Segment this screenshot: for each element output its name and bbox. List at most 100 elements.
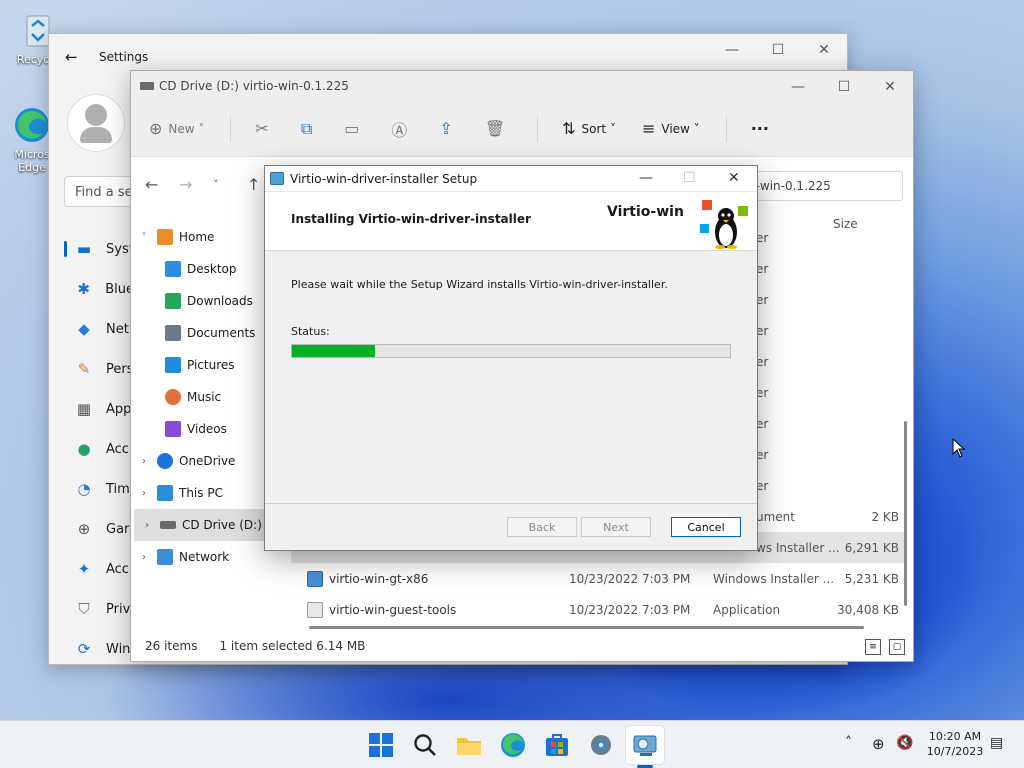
minimize-button[interactable]: — bbox=[709, 34, 755, 66]
forward-arrow-icon[interactable]: → bbox=[179, 175, 213, 194]
penguin-logo-icon bbox=[700, 200, 748, 249]
delete-button[interactable]: 🗑 bbox=[485, 119, 511, 138]
search-input[interactable]: Find a se bbox=[64, 176, 134, 207]
recent-chevron-icon[interactable]: ˅ bbox=[213, 178, 247, 191]
more-label: ··· bbox=[750, 119, 769, 138]
sort-button[interactable]: ⇅ Sort ˅ bbox=[562, 119, 616, 138]
settings-nav-item[interactable]: ◔ Tim bbox=[64, 469, 134, 509]
bluetooth-icon: ✱ bbox=[77, 280, 90, 298]
search-icon[interactable] bbox=[411, 731, 439, 759]
nav-label: Tim bbox=[106, 481, 130, 497]
next-button[interactable]: Next bbox=[581, 517, 651, 537]
minimize-button[interactable]: — bbox=[775, 71, 821, 103]
chevron-up-icon[interactable]: ˄ bbox=[845, 735, 852, 751]
progress-bar bbox=[291, 344, 731, 358]
notification-icon[interactable]: ▤ bbox=[990, 735, 1003, 751]
nav-label: Win bbox=[106, 641, 131, 657]
network-icon: ◆ bbox=[78, 320, 90, 338]
cut-button[interactable]: ✂ bbox=[255, 119, 274, 138]
status-label: Status: bbox=[291, 325, 330, 338]
tree-label: Downloads bbox=[187, 294, 253, 308]
view-label: View bbox=[661, 121, 690, 136]
speaker-muted-icon[interactable]: 🔇 bbox=[896, 735, 913, 751]
vertical-scrollbar[interactable] bbox=[904, 421, 907, 606]
maximize-button[interactable]: ☐ bbox=[683, 170, 696, 186]
cancel-button[interactable]: Cancel bbox=[671, 517, 741, 537]
setup-title: Virtio-win-driver-installer Setup bbox=[290, 172, 478, 186]
installer-app-icon[interactable] bbox=[631, 731, 659, 759]
tiles-view-icon[interactable]: ▢ bbox=[889, 639, 905, 655]
more-button[interactable]: ··· bbox=[751, 119, 769, 138]
close-button[interactable]: ✕ bbox=[801, 34, 847, 66]
close-button[interactable]: ✕ bbox=[867, 71, 913, 103]
settings-nav-item[interactable]: ▬ Syst bbox=[64, 229, 134, 269]
tree-label: OneDrive bbox=[179, 454, 236, 468]
rename-button[interactable]: Ⓐ bbox=[391, 117, 413, 141]
share-button[interactable]: ⇪ bbox=[439, 119, 458, 138]
globe-icon[interactable]: ⊕ bbox=[872, 735, 885, 753]
sort-icon: ⇅ bbox=[562, 119, 576, 138]
store-icon[interactable] bbox=[543, 731, 571, 759]
progress-fill bbox=[292, 345, 376, 357]
nav-label: Priv bbox=[106, 601, 131, 617]
chevron-down-icon: ˅ bbox=[141, 231, 147, 243]
start-button-icon[interactable] bbox=[367, 731, 395, 759]
tree-label: Pictures bbox=[187, 358, 235, 372]
file-type-cell: Windows Installer ... bbox=[713, 571, 835, 586]
avatar[interactable] bbox=[67, 94, 125, 152]
drive-icon bbox=[160, 521, 176, 529]
settings-nav-item[interactable]: ◆ Net bbox=[64, 309, 134, 349]
download-icon bbox=[165, 293, 181, 309]
settings-nav-item[interactable]: ✦ Acc bbox=[64, 549, 134, 589]
clock[interactable]: 10:20 AM 10/7/2023 bbox=[922, 729, 988, 759]
edge-icon[interactable] bbox=[499, 731, 527, 759]
selection-info: 1 item selected 6.14 MB bbox=[219, 639, 366, 653]
cloud-icon bbox=[157, 453, 173, 469]
settings-nav-item[interactable]: ▦ App bbox=[64, 389, 134, 429]
folder-icon[interactable] bbox=[455, 731, 483, 759]
home-icon bbox=[157, 229, 173, 245]
setup-dialog: Virtio-win-driver-installer Setup — ☐ ✕ … bbox=[264, 165, 758, 551]
file-name-cell: virtio-win-guest-tools bbox=[329, 602, 457, 617]
tree-label: Videos bbox=[187, 422, 227, 436]
settings-nav-item[interactable]: ✎ Pers bbox=[64, 349, 134, 389]
mouse-cursor-icon bbox=[952, 438, 966, 458]
back-button[interactable]: Back bbox=[507, 517, 577, 537]
back-arrow-icon[interactable]: ← bbox=[65, 48, 78, 66]
status-bar: 26 items 1 item selected 6.14 MB bbox=[131, 631, 913, 661]
settings-nav-item[interactable]: ✱ Blue bbox=[64, 269, 134, 309]
tree-label: Desktop bbox=[187, 262, 237, 276]
maximize-button[interactable]: ☐ bbox=[755, 34, 801, 66]
table-row[interactable]: virtio-win-gt-x86 10/23/2022 7:03 PM Win… bbox=[291, 563, 905, 594]
maximize-button[interactable]: ☐ bbox=[821, 71, 867, 103]
back-arrow-icon[interactable]: ← bbox=[145, 175, 179, 194]
item-count: 26 items bbox=[145, 639, 198, 653]
close-button[interactable]: ✕ bbox=[728, 170, 740, 186]
size-column-header[interactable]: Size bbox=[833, 217, 858, 231]
gear-icon[interactable] bbox=[587, 731, 615, 759]
video-icon bbox=[165, 421, 181, 437]
application-file-icon bbox=[307, 601, 323, 618]
settings-nav-item[interactable]: ⛉ Priv bbox=[64, 589, 134, 629]
plus-icon: ⊕ bbox=[149, 119, 163, 138]
paste-button[interactable]: ▭ bbox=[344, 119, 365, 138]
table-row[interactable]: virtio-win-guest-tools 10/23/2022 7:03 P… bbox=[291, 594, 905, 625]
view-button[interactable]: ≡ View ˅ bbox=[642, 119, 700, 138]
file-type-cell: ws Installer ... bbox=[756, 540, 840, 555]
settings-nav-item[interactable]: ● Acc bbox=[64, 429, 134, 469]
network-icon bbox=[157, 549, 173, 565]
edge-icon bbox=[12, 105, 52, 145]
tree-label: Network bbox=[179, 550, 230, 564]
tree-label: Music bbox=[187, 390, 222, 404]
setup-heading: Installing Virtio-win-driver-installer bbox=[291, 212, 531, 226]
new-button[interactable]: ⊕ New ˅ bbox=[149, 119, 204, 138]
details-view-icon[interactable]: ≡ bbox=[865, 639, 881, 655]
minimize-button[interactable]: — bbox=[639, 170, 653, 186]
settings-nav-item[interactable]: ⟳ Win bbox=[64, 629, 134, 669]
tree-label: This PC bbox=[179, 486, 223, 500]
paste-icon: ▭ bbox=[344, 119, 360, 138]
settings-nav-item[interactable]: ⊕ Gar bbox=[64, 509, 134, 549]
horizontal-scrollbar[interactable] bbox=[309, 626, 864, 629]
copy-button[interactable]: ⧉ bbox=[301, 119, 318, 139]
trash-icon: 🗑 bbox=[484, 119, 506, 138]
